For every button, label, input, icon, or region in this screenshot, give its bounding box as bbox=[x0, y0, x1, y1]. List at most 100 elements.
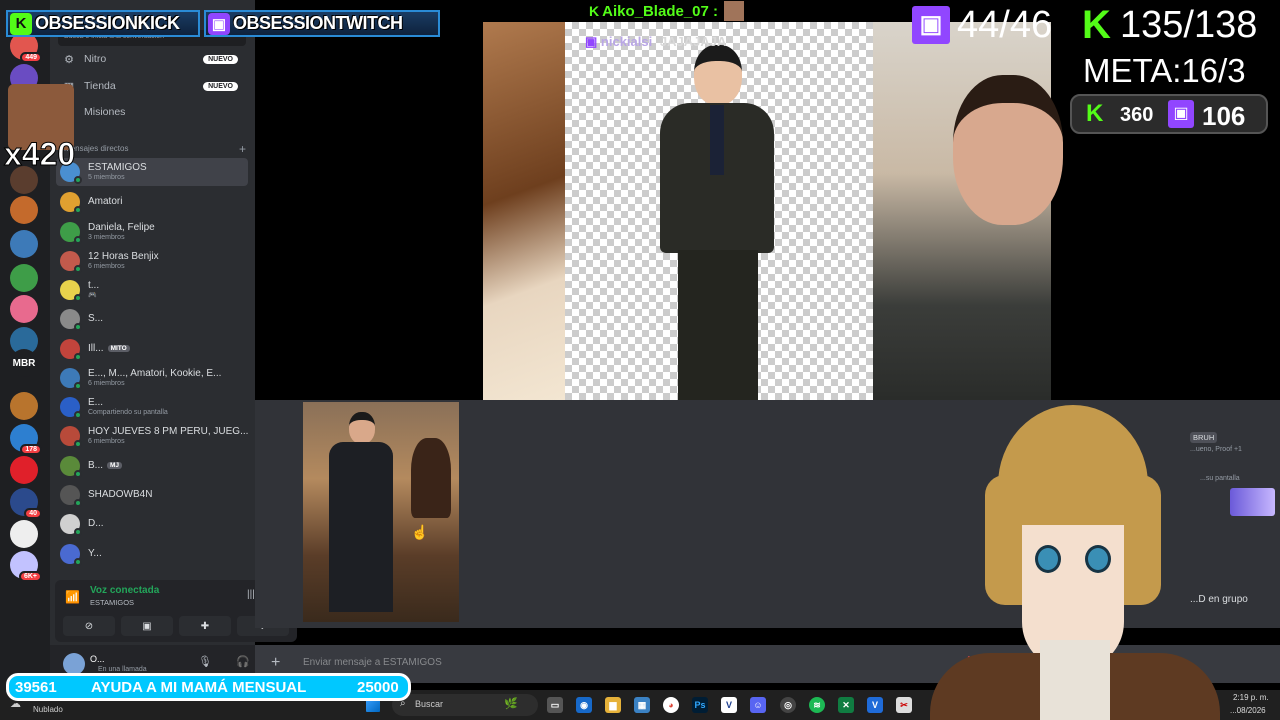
dm-text: B... MJ bbox=[88, 460, 123, 472]
dm-name: t... bbox=[88, 280, 100, 292]
server-icon[interactable] bbox=[10, 520, 38, 548]
status-indicator bbox=[74, 236, 82, 244]
avatar[interactable] bbox=[63, 653, 85, 675]
dm-subtitle: 6 miembros bbox=[88, 262, 125, 270]
dm-list-item[interactable]: Ill... MITO bbox=[56, 335, 248, 363]
clock-date[interactable]: ...08/2026 bbox=[1230, 706, 1266, 715]
twitch-counter-icon: ▣ bbox=[912, 6, 950, 44]
dm-list-item[interactable]: E..., M..., Amatori, Kookie, E... 6 miemb… bbox=[56, 364, 248, 392]
horse-shape bbox=[411, 438, 451, 518]
dm-list-item[interactable]: E... Compartiendo su pantalla bbox=[56, 393, 248, 421]
user-name: O... bbox=[90, 654, 105, 664]
activities-button[interactable]: ✚ bbox=[179, 616, 231, 636]
dm-name: Daniela, Felipe bbox=[88, 222, 155, 234]
weather-label: Nublado bbox=[33, 705, 63, 714]
store-icon[interactable]: ▦ bbox=[634, 697, 650, 713]
discord-icon[interactable]: ☺ bbox=[750, 697, 766, 713]
dm-name: E... bbox=[88, 397, 104, 409]
dm-sidebar: Busca o inicia una conversación ⚙ Nitro … bbox=[50, 0, 305, 690]
edge-icon[interactable]: ◉ bbox=[576, 697, 592, 713]
dm-subtitle: Compartiendo su pantalla bbox=[88, 408, 168, 416]
excel-icon[interactable]: ✕ bbox=[838, 697, 854, 713]
microphone-icon[interactable]: 🎙 bbox=[198, 655, 212, 668]
search-box[interactable]: ⌕ Buscar 🌿 bbox=[392, 694, 538, 716]
chat-message: K Aiko_Blade_07 : bbox=[585, 0, 749, 22]
caption-user: nickialsi bbox=[600, 34, 653, 49]
dm-list-item[interactable]: ESTAMIGOS 5 miembros bbox=[56, 158, 248, 186]
dm-text: E... Compartiendo su pantalla bbox=[88, 397, 168, 417]
message-input[interactable]: Enviar mensaje a ESTAMIGOS bbox=[303, 657, 442, 668]
task-view-icon[interactable]: ▭ bbox=[547, 697, 563, 713]
dm-subtitle: 5 miembros bbox=[88, 173, 125, 181]
clock-time[interactable]: 2:19 p. m. bbox=[1233, 693, 1269, 702]
avatar bbox=[60, 368, 82, 390]
obs-icon[interactable]: ◎ bbox=[780, 697, 796, 713]
nav-item-quests[interactable]: ◎ Misiones bbox=[58, 100, 248, 124]
goal-label: AYUDA A MI MAMÁ MENSUAL bbox=[91, 679, 307, 696]
photoshop-icon[interactable]: Ps bbox=[692, 697, 708, 713]
dm-text: ESTAMIGOS 5 miembros bbox=[88, 162, 147, 182]
suit-figure bbox=[652, 45, 782, 400]
vtuber-avatar bbox=[930, 405, 1220, 720]
twitch-subs-count: 106 bbox=[1202, 101, 1246, 131]
server-icon[interactable] bbox=[10, 196, 38, 224]
app-v-icon[interactable]: V bbox=[867, 697, 883, 713]
dm-name: HOY JUEVES 8 PM PERU, JUEG... bbox=[88, 426, 248, 438]
dm-list-item[interactable]: t... 🎮 bbox=[56, 276, 248, 304]
dm-tag-badge: MITO bbox=[107, 344, 130, 353]
dm-name: B... MJ bbox=[88, 460, 123, 472]
voice-channel: ESTAMIGOS bbox=[90, 598, 135, 607]
dm-list-item[interactable]: B... MJ bbox=[56, 452, 248, 480]
spotify-icon[interactable]: ≋ bbox=[809, 697, 825, 713]
snipping-icon[interactable]: ✂ bbox=[896, 697, 912, 713]
nav-item-nitro[interactable]: ⚙ Nitro NUEVO bbox=[58, 47, 248, 71]
twitch-logo-icon: ▣ bbox=[208, 12, 230, 35]
twitch-banner: ▣ OBSESSIONTWITCH bbox=[204, 10, 440, 37]
headphones-icon[interactable]: 🎧 bbox=[236, 655, 250, 668]
dm-list-item[interactable]: SHADOWB4N bbox=[56, 481, 248, 509]
meta-goal: META:16/3 bbox=[1083, 52, 1246, 89]
dm-list-item[interactable]: Y... bbox=[56, 540, 248, 568]
unread-badge: 6K+ bbox=[18, 571, 42, 582]
vegas-icon[interactable]: V bbox=[721, 697, 737, 713]
server-icon[interactable]: 6K+ bbox=[10, 551, 42, 582]
kick-counter-icon: K bbox=[1082, 3, 1111, 47]
server-icon[interactable] bbox=[10, 264, 38, 292]
dm-list-item[interactable]: 12 Horas Benjix 6 miembros bbox=[56, 247, 248, 275]
add-dm-icon[interactable]: + bbox=[239, 142, 246, 156]
dm-name: S... bbox=[88, 313, 104, 325]
server-icon[interactable] bbox=[10, 392, 38, 420]
stream-photo-left bbox=[483, 22, 565, 400]
server-icon[interactable] bbox=[10, 230, 38, 258]
kick-small-icon: K bbox=[589, 3, 600, 19]
file-explorer-icon[interactable]: ▆ bbox=[605, 697, 621, 713]
dm-name: Y... bbox=[88, 548, 102, 560]
dm-list-item[interactable]: S... bbox=[56, 305, 248, 333]
dm-text: Daniela, Felipe 3 miembros bbox=[88, 222, 155, 242]
shared-image[interactable] bbox=[303, 402, 459, 622]
dm-name: Ill... MITO bbox=[88, 343, 130, 355]
nav-item-shop[interactable]: ▦ Tienda NUEVO bbox=[58, 74, 248, 98]
twitch-subs-icon: ▣ bbox=[1168, 100, 1194, 128]
server-icon[interactable]: MBR bbox=[10, 349, 38, 377]
kick-logo-icon: K bbox=[10, 12, 32, 35]
server-icon[interactable]: 40 bbox=[10, 488, 42, 519]
server-icon[interactable] bbox=[10, 456, 38, 484]
dm-name: Amatori bbox=[88, 196, 123, 208]
dm-list-item[interactable]: D... bbox=[56, 510, 248, 538]
dm-tag-badge: MJ bbox=[107, 461, 123, 470]
camera-off-button[interactable]: ⊘ bbox=[63, 616, 115, 636]
new-badge: NUEVO bbox=[203, 81, 238, 91]
avatar bbox=[60, 339, 82, 361]
dm-text: HOY JUEVES 8 PM PERU, JUEG... 6 miembros bbox=[88, 426, 248, 446]
dm-list-item[interactable]: Amatori bbox=[56, 188, 248, 216]
dm-list-item[interactable]: HOY JUEVES 8 PM PERU, JUEG... 6 miembros bbox=[56, 422, 248, 450]
chrome-icon[interactable]: ◕ bbox=[663, 697, 679, 713]
share-screen-button[interactable]: ▣ bbox=[121, 616, 173, 636]
add-attachment-icon[interactable]: + bbox=[271, 654, 280, 672]
dm-subtitle: 6 miembros bbox=[88, 437, 125, 445]
dm-list-item[interactable]: Daniela, Felipe 3 miembros bbox=[56, 218, 248, 246]
server-icon[interactable]: 178 bbox=[10, 424, 42, 455]
server-icon[interactable] bbox=[10, 295, 38, 323]
signal-icon: 📶 bbox=[65, 590, 80, 604]
